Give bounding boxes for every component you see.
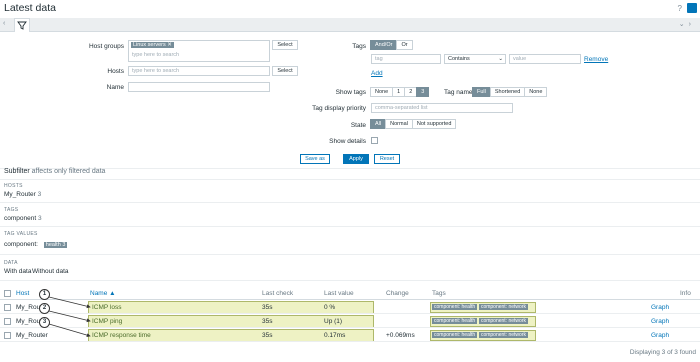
callout-arrow-2 (48, 310, 91, 323)
callout-3: 3 (39, 317, 50, 328)
table-footer-count: Displaying 3 of 3 found (629, 349, 696, 356)
callout-arrow-3 (48, 323, 91, 338)
callout-arrow-1 (48, 296, 91, 309)
callout-1: 1 (39, 289, 50, 300)
callout-arrows (48, 296, 91, 338)
callout-2: 2 (39, 303, 50, 314)
